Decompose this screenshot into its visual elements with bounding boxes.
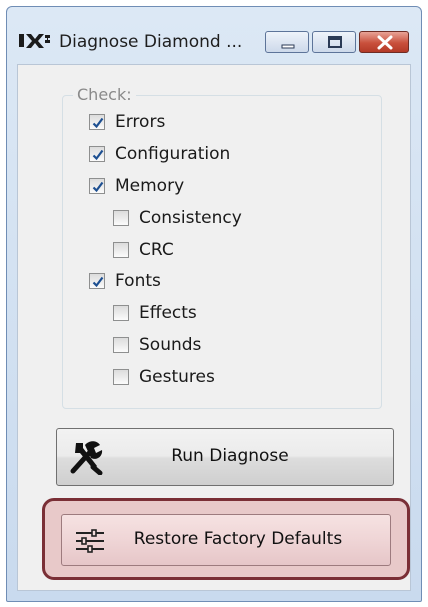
checkbox-label: Memory [115,176,185,196]
checkbox-label: Sounds [139,335,202,355]
check-groupbox: Check: Errors Configuration Memory Consi… [62,85,382,409]
restore-highlight: Restore Factory Defaults [42,498,410,580]
title-bar[interactable]: Diagnose Diamond ... [7,7,421,65]
checkbox-label: Configuration [115,144,231,164]
checkbox-label: Gestures [139,367,215,387]
checkmark-icon [92,149,104,161]
check-group-label: Check: [73,85,136,104]
restore-factory-defaults-label: Restore Factory Defaults [133,529,343,549]
app-logo-icon [19,34,50,48]
restore-factory-defaults-button[interactable]: Restore Factory Defaults [61,514,391,566]
maximize-button[interactable] [312,31,356,53]
maximize-icon [328,36,342,48]
close-button[interactable] [359,31,409,53]
checkbox-label: Consistency [139,208,242,228]
close-icon [377,35,393,50]
checkbox-label: Fonts [115,271,161,291]
minimize-icon [281,44,295,49]
checkbox-label: Errors [115,112,166,132]
checkbox-box[interactable] [113,369,129,385]
checkbox-label: CRC [139,240,174,260]
minimize-button[interactable] [265,31,309,53]
dialog-body: Check: Errors Configuration Memory Consi… [17,64,411,591]
checkbox-box[interactable] [89,178,105,194]
run-diagnose-label: Run Diagnose [171,446,289,466]
checkmark-icon [92,276,104,288]
checkmark-icon [92,181,104,193]
checkbox-box[interactable] [89,273,105,289]
checkbox-box[interactable] [113,305,129,321]
app-window: Diagnose Diamond ... Check: Errors Confi… [6,6,422,602]
checkbox-box[interactable] [113,210,129,226]
checkbox-box[interactable] [89,146,105,162]
checkbox-box[interactable] [89,114,105,130]
checkbox-box[interactable] [113,242,129,258]
window-title: Diagnose Diamond ... [59,32,243,52]
checkbox-label: Effects [139,303,197,323]
checkmark-icon [92,117,104,129]
checkbox-box[interactable] [113,337,129,353]
run-diagnose-button[interactable]: Run Diagnose [56,428,394,486]
